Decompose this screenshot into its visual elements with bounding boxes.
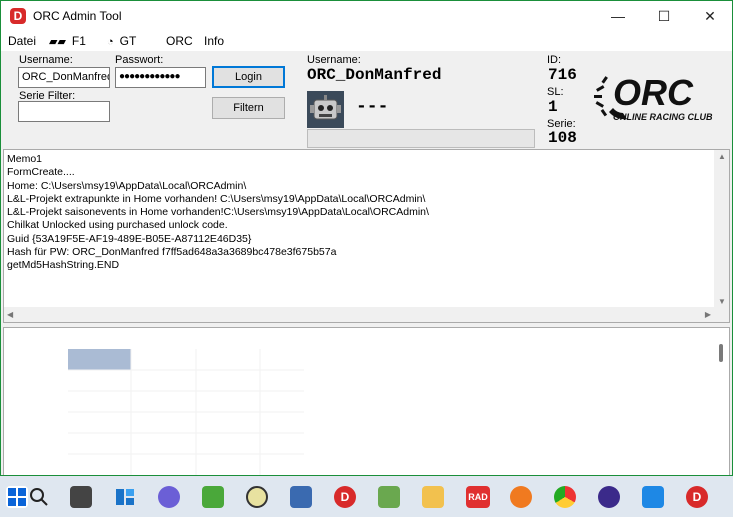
logo-text: ORC xyxy=(613,72,694,113)
orc-logo: ORC ONLINE RACING CLUB xyxy=(593,67,725,127)
menu-f1[interactable]: ▰▰ F1 xyxy=(49,34,86,48)
username-label: Username: xyxy=(19,54,73,66)
menu-orc[interactable]: ORC xyxy=(166,34,193,48)
password-input[interactable]: ●●●●●●●●●●●● xyxy=(115,67,206,88)
dark-circle-app-icon[interactable] xyxy=(598,486,620,508)
serie-value: 108 xyxy=(548,129,577,147)
menu-bar: Datei ▰▰ F1 ◔ GT ORC Info xyxy=(1,31,732,51)
data-grid[interactable] xyxy=(3,327,730,475)
minimize-button[interactable]: — xyxy=(595,1,641,31)
profile-username-value: ORC_DonManfred xyxy=(307,66,442,84)
notepad-icon[interactable] xyxy=(378,486,400,508)
selected-cell[interactable] xyxy=(68,349,131,370)
sl-label: SL: xyxy=(547,86,564,98)
robot-avatar-icon xyxy=(310,95,341,120)
filter-button[interactable]: Filtern xyxy=(212,97,285,119)
orc-logo-icon: ORC ONLINE RACING CLUB xyxy=(594,72,713,122)
grid-vertical-scrollbar[interactable] xyxy=(714,328,729,475)
search-icon[interactable] xyxy=(28,486,50,508)
scroll-down-icon[interactable]: ▼ xyxy=(718,297,726,306)
file-explorer-icon[interactable] xyxy=(422,486,444,508)
vscode-icon[interactable] xyxy=(642,486,664,508)
scroll-left-icon[interactable]: ◀ xyxy=(7,310,13,319)
menu-info[interactable]: Info xyxy=(204,34,224,48)
progress-bar xyxy=(307,129,535,148)
clock-app-icon[interactable] xyxy=(246,486,268,508)
torrent-icon[interactable] xyxy=(202,486,224,508)
rad-icon[interactable]: RAD xyxy=(466,486,490,508)
grid-scroll-thumb[interactable] xyxy=(719,344,723,362)
scroll-up-icon[interactable]: ▲ xyxy=(718,152,726,161)
id-label: ID: xyxy=(547,54,562,66)
logo-subtitle: ONLINE RACING CLUB xyxy=(613,112,713,122)
main-window: D ORC Admin Tool — ☐ ✕ Datei ▰▰ F1 ◔ GT OR… xyxy=(0,0,733,476)
avatar xyxy=(307,91,344,128)
grid-cells xyxy=(68,349,304,475)
network-admin-icon[interactable] xyxy=(290,486,312,508)
menu-f1-label: F1 xyxy=(71,34,86,48)
menu-gt-label: GT xyxy=(119,34,137,48)
memo-horizontal-scrollbar[interactable]: ◀ ▶ xyxy=(4,307,729,322)
username-input[interactable]: ORC_DonManfred xyxy=(18,67,110,88)
maximize-button[interactable]: ☐ xyxy=(641,1,687,31)
windows-start-icon[interactable] xyxy=(6,486,28,508)
menu-gt[interactable]: ◔ GT xyxy=(107,34,136,48)
widgets-icon[interactable] xyxy=(114,486,136,508)
password-label: Passwort: xyxy=(115,54,164,66)
gt-logo-icon: ◔ xyxy=(107,36,114,48)
sl-value: 1 xyxy=(548,98,558,116)
task-view-icon[interactable] xyxy=(70,486,92,508)
scroll-right-icon[interactable]: ▶ xyxy=(705,310,711,319)
f1-logo-icon: ▰▰ xyxy=(49,36,66,48)
login-button[interactable]: Login xyxy=(212,66,285,88)
taskbar: D RAD D xyxy=(0,476,733,517)
close-button[interactable]: ✕ xyxy=(687,1,732,31)
app-icon: D xyxy=(10,8,26,24)
serie-filter-input[interactable] xyxy=(18,101,110,122)
memo-log[interactable]: Memo1 FormCreate.... Home: C:\Users\msy1… xyxy=(3,149,730,323)
profile-username-label: Username: xyxy=(307,54,361,66)
orc-admin-icon[interactable]: D xyxy=(334,486,356,508)
window-title: ORC Admin Tool xyxy=(33,9,122,23)
chat-icon[interactable] xyxy=(158,486,180,508)
memo-vertical-scrollbar[interactable]: ▲ ▼ xyxy=(714,150,729,308)
chrome-icon[interactable] xyxy=(554,486,576,508)
memo-text: Memo1 FormCreate.... Home: C:\Users\msy1… xyxy=(7,153,429,272)
profile-status: --- xyxy=(356,97,389,117)
orc-app-icon[interactable]: D xyxy=(686,486,708,508)
menu-datei[interactable]: Datei xyxy=(8,34,36,48)
firefox-icon[interactable] xyxy=(510,486,532,508)
id-value: 716 xyxy=(548,66,577,84)
title-bar: D ORC Admin Tool — ☐ ✕ xyxy=(1,1,732,31)
